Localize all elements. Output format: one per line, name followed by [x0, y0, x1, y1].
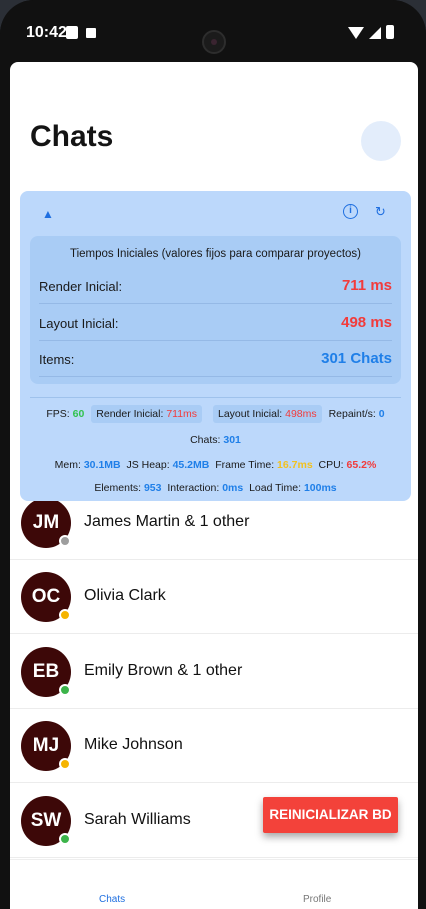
stats-line-4: Elements: 953 Interaction: 0ms Load Time… [20, 482, 411, 494]
heap-value: 45.2MB [172, 459, 210, 471]
app-notification-icon [86, 28, 96, 38]
chat-list-item[interactable]: EB Emily Brown & 1 other [10, 635, 418, 709]
initial-times-box: Tiempos Iniciales (valores fijos para co… [30, 236, 401, 384]
tab-profile[interactable]: Profile [303, 894, 331, 905]
items-label: Items: [39, 352, 75, 367]
repaint-value: 0 [378, 408, 385, 420]
status-dot [59, 758, 71, 770]
elements-value: 953 [143, 482, 162, 494]
chat-name: Mike Johnson [84, 736, 183, 753]
frame-label: Frame Time: [215, 459, 275, 471]
collapse-toggle-icon[interactable]: ▲ [42, 207, 54, 221]
layout-chip-value: 498ms [285, 408, 317, 420]
elements-label: Elements: [94, 482, 142, 494]
notification-icon [66, 26, 78, 39]
layout-row: Layout Inicial: 498 ms [39, 305, 392, 341]
render-chip: Render Inicial: 711ms [91, 405, 203, 423]
chat-name: Sarah Williams [84, 811, 191, 828]
mem-value: 30.1MB [83, 459, 121, 471]
initial-times-title: Tiempos Iniciales (valores fijos para co… [69, 248, 361, 260]
layout-chip: Layout Inicial: 498ms [212, 405, 322, 423]
reset-db-button[interactable]: REINICIALIZAR BD [263, 797, 398, 833]
interaction-value: 0ms [222, 482, 244, 494]
cpu-value: 65.2% [346, 459, 377, 471]
profile-avatar-button[interactable] [361, 121, 401, 161]
items-value: 301 Chats [321, 350, 392, 367]
render-value: 711 ms [341, 277, 392, 294]
cpu-label: CPU: [318, 459, 344, 471]
stats-line-3: Mem: 30.1MB JS Heap: 45.2MB Frame Time: … [20, 459, 411, 471]
tab-chats[interactable]: Chats [99, 894, 125, 905]
stats-line-2: Chats: 301 [20, 434, 411, 446]
chat-name: Olivia Clark [84, 587, 166, 604]
info-icon[interactable]: i [343, 204, 358, 219]
mem-label: Mem: [54, 459, 81, 471]
render-chip-label: Render Inicial: [96, 408, 164, 420]
status-dot [59, 833, 71, 845]
device-frame: 10:42 Chats ▲ i ↻ Tiempos Iniciales (val… [0, 0, 426, 909]
performance-panel: ▲ i ↻ Tiempos Iniciales (valores fijos p… [20, 191, 411, 501]
render-label: Render Inicial: [39, 279, 123, 294]
page-title: Chats [30, 120, 114, 153]
chat-list-item[interactable]: MJ Mike Johnson [10, 709, 418, 783]
status-dot [59, 535, 71, 547]
repaint-label: Repaint/s: [328, 408, 376, 420]
chats-label: Chats: [190, 434, 221, 446]
status-bar: 10:42 [0, 0, 426, 62]
refresh-icon[interactable]: ↻ [375, 204, 386, 220]
status-dot [59, 684, 71, 696]
bottom-tab-bar: Chats Profile [10, 859, 418, 909]
load-label: Load Time: [249, 482, 302, 494]
chat-name: James Martin & 1 other [84, 513, 250, 530]
divider [30, 397, 401, 398]
fps-label: FPS: [46, 408, 70, 420]
frame-value: 16.7ms [277, 459, 313, 471]
render-row: Render Inicial: 711 ms [39, 268, 392, 304]
system-icons [348, 25, 394, 39]
wifi-icon [348, 27, 364, 39]
items-row: Items: 301 Chats [39, 341, 392, 377]
interaction-label: Interaction: [167, 482, 220, 494]
chats-value: 301 [223, 434, 241, 446]
heap-label: JS Heap: [126, 459, 170, 471]
status-time: 10:42 [26, 24, 67, 41]
load-value: 100ms [303, 482, 337, 494]
stats-line-1: FPS: 60 Render Inicial: 711ms Layout Ini… [20, 405, 411, 423]
camera-icon [202, 30, 226, 54]
app-screen: Chats ▲ i ↻ Tiempos Iniciales (valores f… [10, 62, 418, 909]
layout-chip-label: Layout Inicial: [217, 408, 283, 420]
chat-name: Emily Brown & 1 other [84, 662, 243, 679]
status-dot [59, 609, 71, 621]
signal-icon [369, 27, 381, 39]
battery-icon [386, 25, 394, 39]
layout-label: Layout Inicial: [39, 316, 119, 331]
chat-list-item[interactable]: OC Olivia Clark [10, 560, 418, 634]
render-chip-value: 711ms [166, 408, 198, 420]
fps-value: 60 [72, 408, 85, 420]
layout-value: 498 ms [341, 314, 392, 331]
notification-icons [66, 26, 96, 39]
